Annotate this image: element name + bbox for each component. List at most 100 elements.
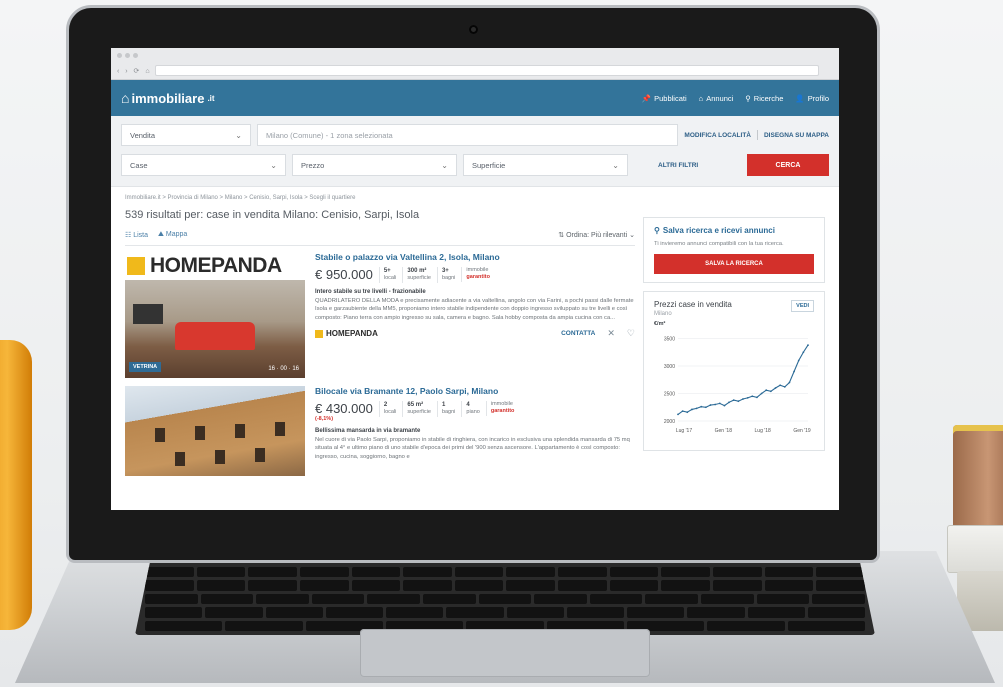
agency-name[interactable]: HOMEPANDA (315, 329, 378, 338)
keyboard (135, 563, 875, 635)
edit-location-link[interactable]: MODIFICA LOCALITÀ (684, 132, 751, 139)
data-point (718, 402, 721, 405)
feature-surface: 300 m² superficie (402, 267, 431, 283)
site-header: ⌂ immobiliare .it 📌 Pubblicati ⌂ Annunci ⚲ R… (111, 80, 839, 116)
listing-description: QUADRILATERO DELLA MODA e precisamente a… (315, 297, 634, 321)
data-point (751, 395, 754, 398)
y-tick-label: 2500 (664, 392, 675, 398)
surface-select[interactable]: Superficie ⌄ (463, 154, 628, 176)
data-point (793, 370, 795, 373)
save-search-title: Salva ricerca e ricevi annunci (662, 226, 775, 235)
sidebar: ⚲ Salva ricerca e ricevi annunci Ti invie… (643, 217, 825, 459)
y-tick-label: 2000 (664, 419, 675, 425)
search-icon: ⚲ (745, 93, 751, 103)
nav-ricerche[interactable]: ⚲ Ricerche (745, 94, 783, 103)
listing-title[interactable]: Bilocale via Bramante 12, Paolo Sarpi, M… (315, 386, 635, 396)
nav-pubblicati[interactable]: 📌 Pubblicati (642, 94, 687, 103)
listing-photo[interactable] (125, 386, 305, 476)
draw-map-link[interactable]: DISEGNA SU MAPPA (764, 132, 829, 139)
nav-annunci[interactable]: ⌂ Annunci (699, 94, 734, 103)
data-point (704, 406, 707, 409)
location-input[interactable]: Milano (Comune) - 1 zona selezionata (257, 124, 679, 146)
map-view-tab[interactable]: ⛰ Mappa (158, 231, 187, 239)
more-filters-link[interactable]: ALTRI FILTRI (658, 162, 698, 169)
price-block: € 430.000 (-8,1%) (315, 401, 373, 422)
results-area: Immobiliare.it > Provincia di Milano > M… (111, 187, 839, 476)
laptop-screen: ‹ › ⟳ ⌂ ⌂ immobiliare .it 📌 Pubblicati ⌂ An… (111, 48, 839, 510)
view-toolbar: ☷ Lista ⛰ Mappa ⇅ Ordina: Più rilevanti … (125, 231, 635, 239)
data-point (746, 397, 749, 400)
url-bar[interactable] (155, 65, 819, 76)
x-tick-label: Lug '17 (676, 428, 692, 434)
feature-rooms: 5+ locali (378, 267, 396, 283)
home-icon: ⌂ (698, 93, 704, 103)
listing-price: € 430.000 (315, 401, 373, 416)
bell-search-icon: ⚲ (654, 226, 660, 235)
x-tick-label: Gen '19 (793, 428, 811, 434)
price-drop: (-8,1%) (315, 416, 334, 422)
listing-description: Nel cuore di via Paolo Sarpi, proponiamo… (315, 437, 630, 460)
pin-icon: 📌 (641, 93, 652, 103)
data-point (695, 407, 698, 410)
price-trend-box: Prezzi case in vendita Milano VEDI €/m² … (643, 291, 825, 452)
x-tick-label: Lug '18 (755, 428, 771, 434)
house-logo-icon: ⌂ (121, 90, 130, 106)
photo-count: 16 · 00 · 16 (268, 366, 299, 372)
chevron-down-icon: ⌄ (235, 130, 242, 140)
see-button[interactable]: VEDI (791, 300, 814, 313)
feature-rooms: 2 locali (378, 401, 396, 417)
price-trend-title: Prezzi case in vendita (654, 300, 732, 310)
top-nav: 📌 Pubblicati ⌂ Annunci ⚲ Ricerche 👤 Profilo (642, 94, 829, 103)
price-trend-chart: 2000 2500 3000 3500 Lug '17 Gen '18 Lug '18 Gen… (664, 337, 811, 435)
listing-subtitle: Intero stabile su tre livelli - fraziona… (315, 288, 426, 295)
listing-photo[interactable]: HOMEPANDA VETRINA 16 · 00 · 16 (125, 252, 305, 378)
price-select[interactable]: Prezzo ⌄ (292, 154, 457, 176)
listing-title[interactable]: Stabile o palazzo via Valtellina 2, Isol… (315, 252, 635, 262)
feature-guaranteed: immobile garantito (485, 401, 514, 416)
chevron-down-icon: ⌄ (270, 160, 277, 170)
browser-nav-buttons[interactable]: ‹ › ⟳ ⌂ (117, 67, 152, 75)
data-point (686, 411, 689, 414)
data-point (756, 396, 758, 399)
feature-bathrooms: 3+ bagni (436, 267, 455, 283)
listing-card[interactable]: Bilocale via Bramante 12, Paolo Sarpi, M… (125, 386, 635, 476)
coffee-mug (0, 340, 32, 630)
data-point (769, 390, 772, 393)
data-point (797, 359, 800, 362)
data-point (700, 406, 703, 408)
nav-profilo[interactable]: 👤 Profilo (795, 94, 829, 103)
save-search-button[interactable]: SALVA LA RICERCA (654, 254, 814, 275)
data-point (681, 410, 684, 413)
feature-bathrooms: 1 bagni (436, 401, 455, 417)
x-tick-label: Gen '18 (715, 428, 733, 434)
order-select[interactable]: ⇅ Ordina: Più rilevanti ⌄ (558, 231, 635, 239)
data-point (677, 413, 679, 416)
list-view-tab[interactable]: ☷ Lista (125, 231, 148, 239)
feature-floor: 4 piano (461, 401, 480, 417)
data-point (788, 381, 791, 384)
vetrina-badge: VETRINA (129, 362, 162, 372)
search-panel: Vendita ⌄ Milano (Comune) - 1 zona selezi… (111, 116, 839, 187)
search-button[interactable]: CERCA (747, 154, 829, 176)
contact-button[interactable]: CONTATTA (561, 330, 595, 337)
close-icon[interactable]: ✕ (607, 328, 615, 339)
data-point (807, 344, 809, 347)
list-icon: ☷ (125, 232, 132, 239)
chevron-down-icon: ⌄ (612, 160, 619, 170)
property-type-select[interactable]: Case ⌄ (121, 154, 286, 176)
data-point (742, 398, 744, 401)
data-point (691, 408, 693, 411)
save-search-text: Ti invieremo annunci compatibili con la … (654, 241, 784, 247)
listing-card[interactable]: HOMEPANDA VETRINA 16 · 00 · 16 Stabile o… (125, 252, 635, 378)
sort-icon: ⇅ (558, 232, 565, 239)
heart-icon[interactable]: ♡ (627, 328, 635, 339)
site-logo[interactable]: ⌂ immobiliare .it (121, 90, 215, 106)
breadcrumb[interactable]: Immobiliare.it > Provincia di Milano > M… (125, 195, 825, 201)
feature-guaranteed: immobile garantito (461, 267, 490, 282)
data-point (709, 404, 712, 407)
contract-select[interactable]: Vendita ⌄ (121, 124, 251, 146)
trackpad (360, 629, 650, 677)
data-point (802, 351, 805, 354)
price-trend-city: Milano (654, 311, 672, 318)
data-point (760, 392, 763, 395)
